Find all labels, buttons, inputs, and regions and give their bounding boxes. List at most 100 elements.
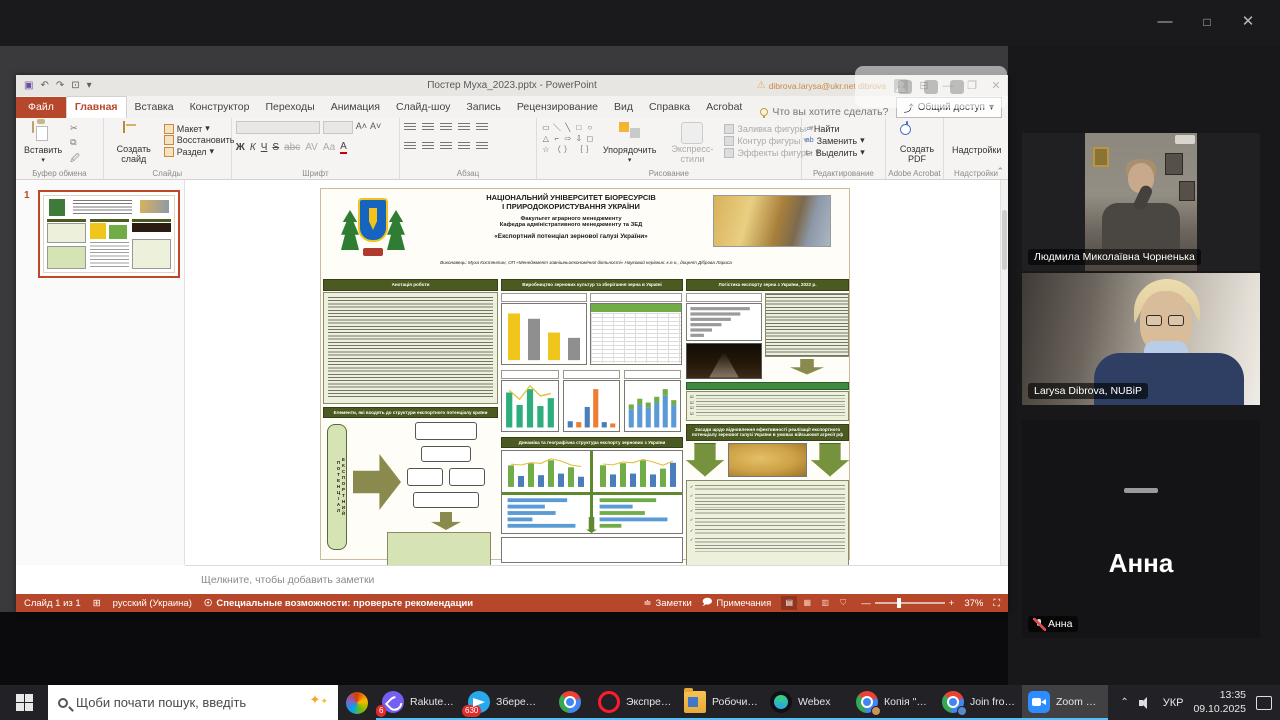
slideshow-icon[interactable]: ⊡ [71, 80, 79, 91]
undo-icon[interactable]: ↶ [40, 80, 48, 91]
find-button[interactable]: ⌕Найти [806, 123, 865, 134]
tab-transitions[interactable]: Переходы [257, 97, 322, 118]
slide-thumbnail[interactable] [38, 190, 180, 278]
strikethrough-button[interactable]: S [272, 142, 279, 153]
tab-animations[interactable]: Анимация [323, 97, 388, 118]
reading-view-button[interactable]: ▥ [817, 596, 833, 610]
line-spacing-icon[interactable] [476, 123, 488, 132]
paste-button[interactable]: Вставить▾ [20, 121, 66, 165]
save-icon[interactable]: ▣ [24, 80, 33, 91]
copilot-button[interactable] [338, 685, 376, 720]
font-color-button[interactable]: А [340, 141, 347, 154]
zoom-in-icon[interactable]: + [949, 598, 955, 609]
spellcheck-icon[interactable]: ⊞ [93, 598, 101, 609]
editor-scrollbar[interactable] [1000, 180, 1008, 565]
taskbar-app-viber[interactable]: 6 Rakuten V... [376, 685, 462, 720]
tab-record[interactable]: Запись [458, 97, 508, 118]
tab-home[interactable]: Главная [66, 96, 127, 118]
tab-insert[interactable]: Вставка [127, 97, 182, 118]
taskbar-app-zoom[interactable]: Zoom Wo... [1022, 685, 1108, 720]
layout-button[interactable]: Макет ▾ [164, 123, 235, 134]
justify-icon[interactable] [458, 142, 470, 151]
participant-tile-3[interactable]: Анна Анна [1022, 420, 1260, 638]
font-name-combobox[interactable] [236, 121, 320, 134]
char-spacing-button[interactable]: AV [305, 142, 318, 153]
comments-toggle[interactable]: 🗩Примечания [702, 595, 771, 611]
zoom-floating-controls[interactable] [855, 66, 1007, 108]
tray-chevron-icon[interactable]: ⌃ [1120, 697, 1128, 708]
change-case-button[interactable]: Аа [323, 142, 335, 153]
taskbar-app-webex[interactable]: Webex [764, 685, 850, 720]
normal-view-button[interactable]: ▤ [781, 596, 797, 610]
arrange-button[interactable]: Упорядочить▾ [599, 121, 661, 165]
zoom-slider-thumb[interactable] [897, 598, 901, 608]
zoom-out-icon[interactable]: — [861, 598, 871, 609]
slideshow-view-button[interactable]: ⛉ [835, 596, 851, 610]
section-button[interactable]: Раздел ▾ [164, 146, 235, 157]
new-slide-button[interactable]: Создать слайд [108, 121, 160, 166]
align-right-icon[interactable] [440, 142, 452, 151]
create-pdf-button[interactable]: Создать PDF [890, 121, 944, 166]
taskbar-app-chrome-join[interactable]: Join from ... [936, 685, 1022, 720]
language-switcher[interactable]: УКР [1163, 697, 1184, 709]
collapse-ribbon-icon[interactable]: ⌃ [996, 166, 1004, 177]
participant-tile-1[interactable]: Людмила Миколаївна Чорненька [1022, 133, 1260, 271]
close-icon[interactable]: ✕ [1238, 12, 1258, 32]
zoom-percent[interactable]: 37% [964, 598, 983, 609]
tab-review[interactable]: Рецензирование [509, 97, 606, 118]
columns-icon[interactable] [476, 142, 488, 151]
slide-sorter-button[interactable]: ▦ [799, 596, 815, 610]
tab-view[interactable]: Вид [606, 97, 641, 118]
grow-font-icon[interactable]: A˄ [356, 121, 367, 134]
indent-decrease-icon[interactable] [440, 123, 452, 132]
numbering-icon[interactable] [422, 123, 434, 132]
notes-area[interactable]: Щелкните, чтобы добавить заметки [185, 565, 1008, 594]
bullets-icon[interactable] [404, 123, 416, 132]
notes-icon: ≐ [644, 598, 652, 609]
zoom-slider[interactable]: — + [861, 598, 954, 609]
select-button[interactable]: ▻Выделить ▾ [806, 147, 865, 158]
taskbar-search[interactable]: Щоби почати пошук, введіть ✦✦ [48, 685, 338, 720]
language-indicator[interactable]: русский (Украина) [113, 598, 192, 609]
format-painter-icon[interactable]: 🖉 [70, 151, 80, 167]
align-left-icon[interactable] [404, 142, 416, 151]
redo-icon[interactable]: ↷ [56, 80, 64, 91]
taskbar-app-chrome[interactable] [548, 685, 592, 720]
shrink-font-icon[interactable]: A˅ [370, 121, 381, 134]
participant-tile-2[interactable]: Larysa Dibrova, NUBiP [1022, 273, 1260, 405]
shapes-gallery[interactable]: ▭＼╲□○ △⌐⇨⇩◻ ☆（）｛｝ [541, 121, 595, 155]
taskbar-app-chrome-profile[interactable]: Копія "П... [850, 685, 936, 720]
indent-increase-icon[interactable] [458, 123, 470, 132]
italic-button[interactable]: К [250, 142, 256, 153]
taskbar-app-opera[interactable]: Экспресс... [592, 685, 678, 720]
replace-button[interactable]: abЗаменить ▾ [806, 135, 865, 146]
copy-icon[interactable]: ⧉ [70, 137, 80, 148]
addins-button[interactable]: Надстройки [948, 121, 1005, 156]
tab-design[interactable]: Конструктор [182, 97, 258, 118]
maximize-icon[interactable]: □ [1197, 12, 1217, 32]
minimize-icon[interactable]: — [1155, 12, 1175, 32]
cut-icon[interactable]: ✂ [70, 123, 80, 134]
slide-editor[interactable]: НАЦІОНАЛЬНИЙ УНІВЕРСИТЕТ БІОРЕСУРСІВІ ПР… [185, 180, 1000, 565]
tab-acrobat[interactable]: Acrobat [698, 97, 750, 118]
notification-center-icon[interactable] [1256, 696, 1272, 710]
bold-button[interactable]: Ж [236, 142, 245, 153]
qat-customize-icon[interactable]: ▾ [87, 80, 92, 91]
start-button[interactable] [0, 685, 48, 720]
notes-toggle[interactable]: ≐Заметки [644, 598, 692, 609]
tab-slideshow[interactable]: Слайд-шоу [388, 97, 458, 118]
quick-styles-button[interactable]: Экспресс-стили [664, 121, 720, 166]
taskbar-app-telegram[interactable]: 630 Збереже... [462, 685, 548, 720]
taskbar-app-explorer[interactable]: Робочий ... [678, 685, 764, 720]
font-size-combobox[interactable] [323, 121, 353, 134]
tab-file[interactable]: Файл [16, 97, 66, 118]
shadow-button[interactable]: abc [284, 142, 300, 153]
clock[interactable]: 13:35 09.10.2025 [1193, 689, 1246, 716]
align-center-icon[interactable] [422, 142, 434, 151]
underline-button[interactable]: Ч [261, 142, 268, 153]
accessibility-status[interactable]: ☉Специальные возможности: проверьте реко… [204, 598, 473, 609]
tab-help[interactable]: Справка [641, 97, 698, 118]
reset-button[interactable]: Восстановить [164, 135, 235, 145]
volume-icon[interactable] [1139, 697, 1153, 709]
fit-to-window-icon[interactable]: ⛶ [993, 598, 1000, 609]
